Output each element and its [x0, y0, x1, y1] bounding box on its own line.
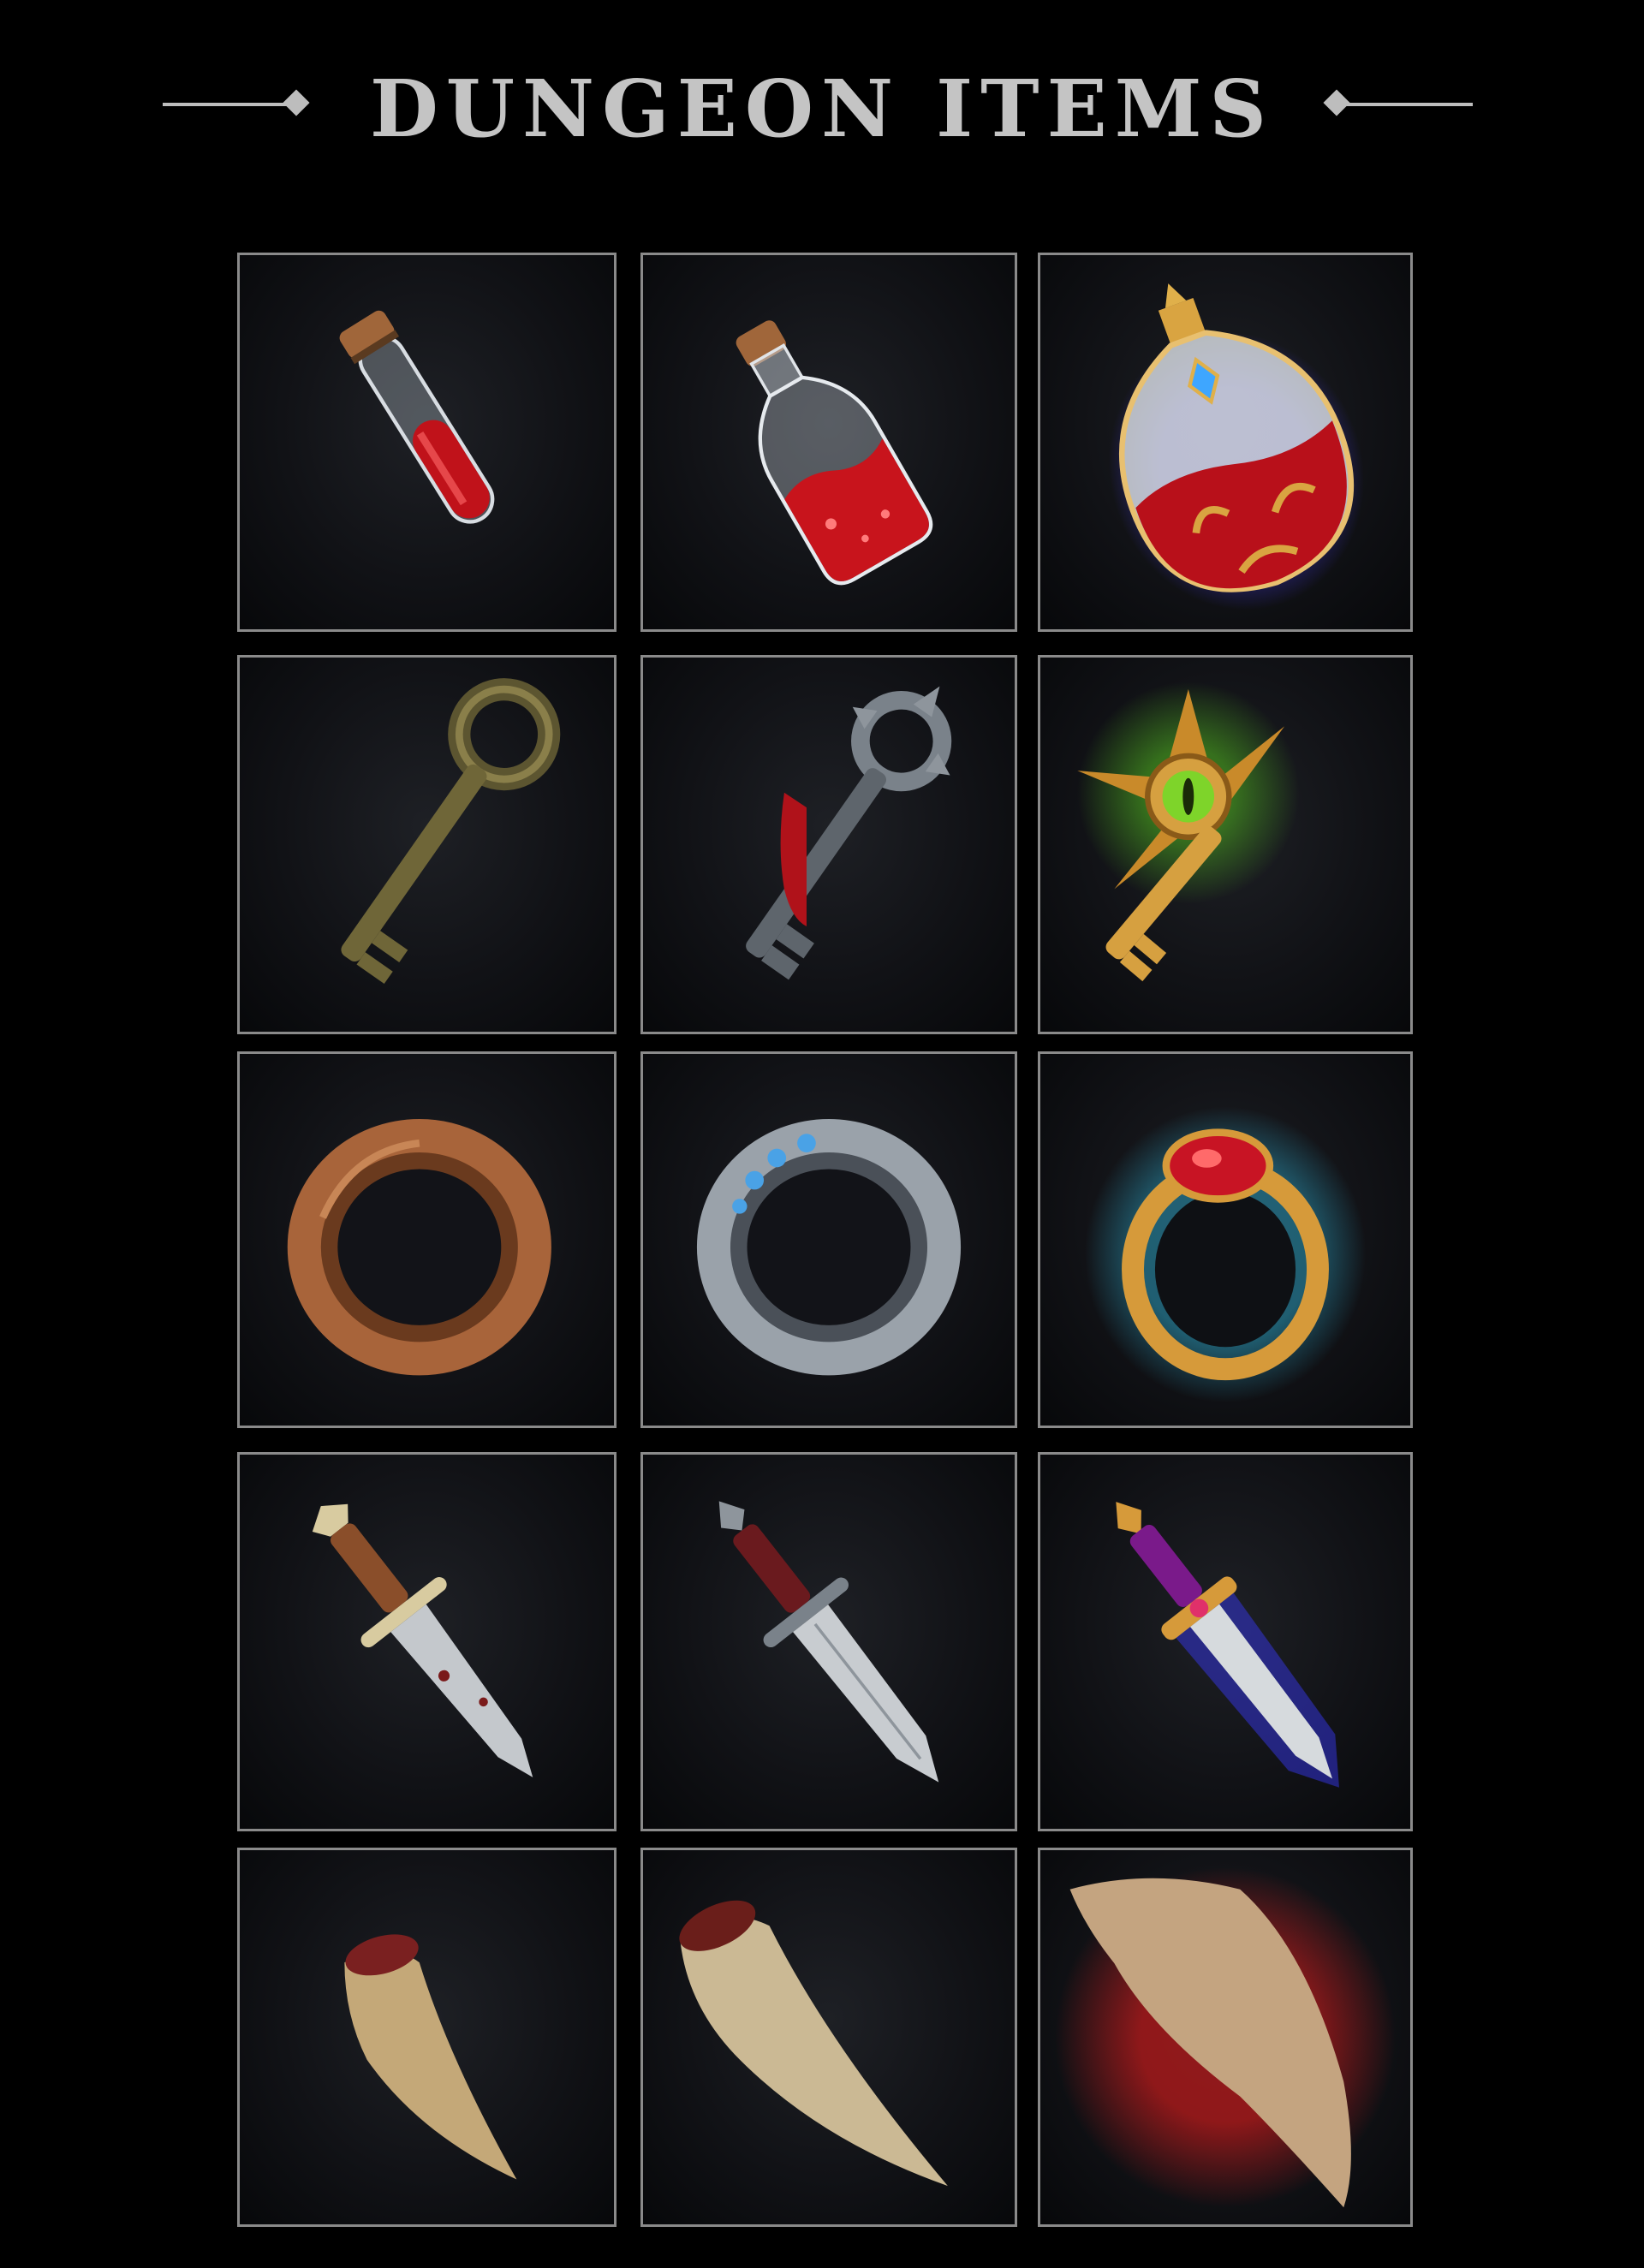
item-grid: [0, 0, 1644, 2268]
glowing-fang-icon: [1055, 1866, 1396, 2208]
item-tile-dagger-common[interactable]: [237, 1452, 616, 1831]
eye-golden-key-icon: [1077, 682, 1300, 982]
steel-dagger-icon: [718, 1501, 939, 1783]
ruby-gold-ring-icon: [1084, 1106, 1367, 1403]
item-tile-key-legendary[interactable]: [1038, 655, 1413, 1034]
small-fang-icon: [344, 1934, 517, 2180]
item-tile-potion-legendary[interactable]: [1038, 253, 1413, 632]
wooden-ring-icon: [287, 1118, 551, 1376]
item-tile-key-uncommon[interactable]: [640, 655, 1017, 1034]
item-tile-dagger-legendary[interactable]: [1038, 1452, 1413, 1831]
large-fang-icon: [679, 1900, 948, 2187]
item-tile-ring-uncommon[interactable]: [640, 1051, 1017, 1428]
spiked-iron-key-icon: [746, 686, 952, 980]
item-tile-ring-common[interactable]: [237, 1051, 616, 1428]
item-tile-dagger-uncommon[interactable]: [640, 1452, 1017, 1831]
item-tile-key-common[interactable]: [237, 655, 616, 1034]
wooden-dagger-icon: [312, 1503, 533, 1777]
ornate-flask-potion-icon: [1109, 283, 1365, 610]
item-tile-fang-uncommon[interactable]: [640, 1848, 1017, 2227]
enchanted-dagger-icon: [1116, 1502, 1339, 1788]
item-tile-fang-legendary[interactable]: [1038, 1848, 1413, 2227]
vial-potion-icon: [339, 310, 495, 524]
item-tile-potion-common[interactable]: [237, 253, 616, 632]
bronze-key-icon: [341, 678, 561, 985]
item-tile-potion-uncommon[interactable]: [640, 253, 1017, 632]
item-tile-ring-legendary[interactable]: [1038, 1051, 1413, 1428]
item-tile-fang-common[interactable]: [237, 1848, 616, 2227]
bottle-potion-icon: [736, 320, 933, 586]
silver-gem-ring-icon: [696, 1118, 962, 1376]
